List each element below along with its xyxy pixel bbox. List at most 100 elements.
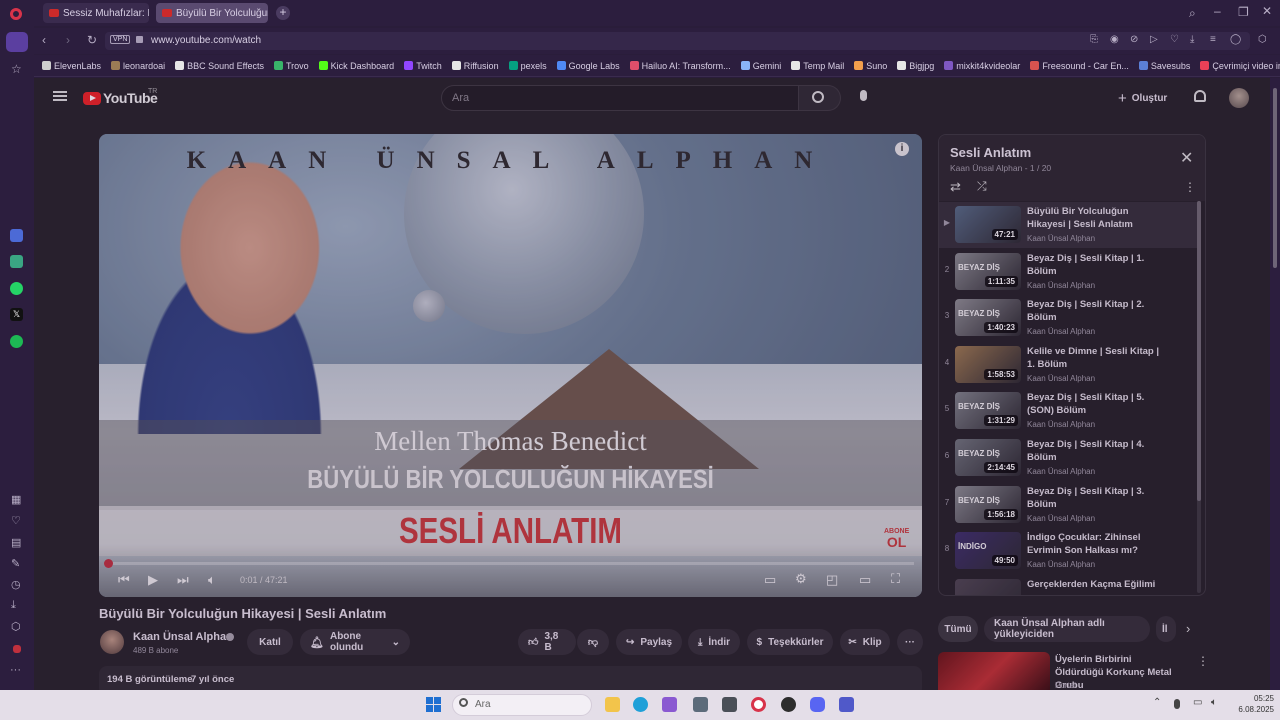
bookmark-item[interactable]: ElevenLabs xyxy=(42,61,101,71)
back-icon[interactable]: ‹ xyxy=(42,33,46,47)
subscribed-button[interactable]: 🔔︎ Abone olundu ⌄ xyxy=(300,629,410,655)
maximize-icon[interactable]: ❐ xyxy=(1238,5,1249,19)
whatsapp-icon[interactable] xyxy=(10,282,23,295)
more-actions-button[interactable]: ··· xyxy=(897,629,923,655)
bookmark-item[interactable]: Bigjpg xyxy=(897,61,934,71)
taskbar-search-input[interactable] xyxy=(452,694,592,716)
progress-scrubber[interactable] xyxy=(104,559,113,568)
playlist-item[interactable]: 5 BEYAZ DİŞ 1:31:29 Beyaz Diş | Sesli Kitap… xyxy=(939,388,1197,434)
bookmark-item[interactable]: Kick Dashboard xyxy=(318,61,394,71)
file-explorer-icon[interactable] xyxy=(605,697,620,712)
bookmark-item[interactable]: Freesound - Car En... xyxy=(1030,61,1129,71)
clock[interactable]: 05:25 6.08.2025 xyxy=(1228,693,1274,715)
create-button[interactable]: + Oluştur xyxy=(1118,88,1167,108)
join-button[interactable]: Katıl xyxy=(247,629,293,655)
bookmark-item[interactable]: Çevrimiçi video indi... xyxy=(1200,61,1280,71)
url-field[interactable] xyxy=(105,32,1250,50)
camera-icon[interactable]: ◉ xyxy=(1110,34,1119,45)
shuffle-icon[interactable]: ⤮ xyxy=(977,179,987,194)
teams-icon[interactable] xyxy=(839,697,854,712)
x-icon[interactable]: 𝕏 xyxy=(10,308,23,321)
chip-all[interactable]: Tümü xyxy=(938,616,978,642)
adblock-icon[interactable]: ⊘ xyxy=(1130,34,1138,45)
user-badge-icon[interactable] xyxy=(13,645,21,653)
player-icon[interactable]: ▷ xyxy=(1150,34,1158,45)
next-icon[interactable]: ⏭ xyxy=(177,572,189,588)
close-icon[interactable]: ✕ xyxy=(1180,148,1193,168)
snapshot-icon[interactable]: ⎘ xyxy=(1090,34,1098,45)
scrollbar-thumb[interactable] xyxy=(1273,88,1277,268)
playlist-item[interactable]: 4 1:58:53 Kelile ve Dimne | Sesli Kitap | … xyxy=(939,342,1197,388)
download-button[interactable]: ⤓ İndir xyxy=(688,629,740,655)
video-player[interactable]: KAAN ÜNSAL ALPHAN Mellen Thomas Benedict… xyxy=(99,134,922,597)
opera-logo[interactable] xyxy=(10,8,22,20)
notifications-icon[interactable] xyxy=(1194,90,1206,102)
windows-start-icon[interactable] xyxy=(426,697,441,712)
recommendation-thumbnail[interactable] xyxy=(938,652,1050,690)
playlist-scroll-thumb[interactable] xyxy=(1197,201,1201,501)
channel-avatar[interactable] xyxy=(100,630,124,654)
chip-uploader[interactable]: Kaan Ünsal Alphan adlı yükleyiciden xyxy=(984,616,1150,642)
new-tab-button[interactable]: + xyxy=(276,6,290,20)
close-window-icon[interactable]: ✕ xyxy=(1262,4,1272,18)
play-icon[interactable]: ▶ xyxy=(148,572,158,588)
bookmark-item[interactable]: Trovo xyxy=(273,61,309,71)
progress-bar[interactable] xyxy=(107,562,914,565)
recommendation-channel[interactable]: Portal xyxy=(1055,681,1076,690)
settings-icon[interactable]: ⚙ xyxy=(795,571,807,587)
search-input[interactable] xyxy=(441,85,799,111)
url-text[interactable]: www.youtube.com/watch xyxy=(151,35,261,46)
cube-icon[interactable]: ⬡ xyxy=(1258,34,1267,45)
playlist-item[interactable]: 2 BEYAZ DİŞ 1:11:35 Beyaz Diş | Sesli Kitap… xyxy=(939,249,1197,295)
easy-setup-icon[interactable]: ≡ xyxy=(1210,34,1216,45)
bookmark-item[interactable]: pexels xyxy=(508,61,547,71)
chatgpt-icon[interactable] xyxy=(10,255,23,268)
bookmark-item[interactable]: BBC Sound Effects xyxy=(175,61,264,71)
playlist-item-thumbnail[interactable]: BEYAZ DİŞ 1:11:35 xyxy=(955,252,1021,290)
recommendation-menu-icon[interactable]: ⋮ xyxy=(1197,654,1209,668)
camera-app-icon[interactable] xyxy=(722,697,737,712)
avatar[interactable] xyxy=(1229,88,1249,108)
network-icon[interactable]: ▭ xyxy=(1193,697,1202,708)
forward-icon[interactable]: › xyxy=(66,33,70,47)
reload-icon[interactable]: ↻ xyxy=(87,33,97,47)
playlist-scrollbar[interactable] xyxy=(1197,201,1201,593)
playlist-item-thumbnail[interactable] xyxy=(955,578,1021,595)
chatgpt-taskbar-icon[interactable] xyxy=(781,697,796,712)
bookmark-item[interactable]: Gemini xyxy=(740,61,781,71)
playlist-title[interactable]: Sesli Anlatım xyxy=(950,145,1031,160)
mic-tray-icon[interactable] xyxy=(1174,699,1180,709)
miniplayer-icon[interactable]: ◰ xyxy=(826,572,838,588)
menu-icon[interactable] xyxy=(53,91,67,101)
edit-icon[interactable]: ✎ xyxy=(11,557,20,570)
playlist-item-thumbnail[interactable]: BEYAZ DİŞ 1:31:29 xyxy=(955,392,1021,430)
messages-icon[interactable]: ▤ xyxy=(11,536,21,549)
bookmark-item[interactable]: Twitch xyxy=(404,61,442,71)
extensions-icon[interactable]: ⬡ xyxy=(11,620,21,633)
thanks-button[interactable]: $ Teşekkürler xyxy=(747,629,833,655)
playlist-item-thumbnail[interactable]: BEYAZ DİŞ 1:40:23 xyxy=(955,299,1021,337)
downloads-icon[interactable]: ⤓ xyxy=(1190,34,1194,45)
bookmark-item[interactable]: Hailuo AI: Transform... xyxy=(629,61,731,71)
playlist-item-thumbnail[interactable]: İNDİGO 49:50 xyxy=(955,532,1021,570)
bookmark-heart-icon[interactable]: ♡ xyxy=(1170,34,1179,45)
playlist-item-thumbnail[interactable]: 1:58:53 xyxy=(955,345,1021,383)
microphone-icon[interactable] xyxy=(860,90,867,101)
playlist-item[interactable]: 3 BEYAZ DİŞ 1:40:23 Beyaz Diş | Sesli Kitap… xyxy=(939,295,1197,341)
workspaces-icon[interactable]: ▦ xyxy=(11,493,21,506)
info-icon[interactable]: i xyxy=(895,142,909,156)
previous-icon[interactable]: ⏮ xyxy=(118,572,130,588)
discord-icon[interactable] xyxy=(810,697,825,712)
playlist-menu-icon[interactable]: ⋮ xyxy=(1184,180,1196,194)
playlist-owner[interactable]: Kaan Ünsal Alphan xyxy=(950,163,1022,173)
calculator-icon[interactable] xyxy=(693,697,708,712)
spotify-icon[interactable] xyxy=(10,335,23,348)
tab-buyulu-bir-yolculuk[interactable]: Büyülü Bir Yolculuğun Hik xyxy=(156,3,268,23)
tray-chevron-icon[interactable]: ⌃ xyxy=(1153,697,1161,708)
fullscreen-icon[interactable]: ⛶ xyxy=(891,571,900,587)
heart-icon[interactable]: ♡ xyxy=(11,514,21,527)
chip-more[interactable]: İl xyxy=(1156,616,1176,642)
bookmark-item[interactable]: Suno xyxy=(854,61,887,71)
ai-app-icon[interactable] xyxy=(10,229,23,242)
playlist-item[interactable]: Gerçeklerden Kaçma Eğilimi xyxy=(939,575,1197,595)
